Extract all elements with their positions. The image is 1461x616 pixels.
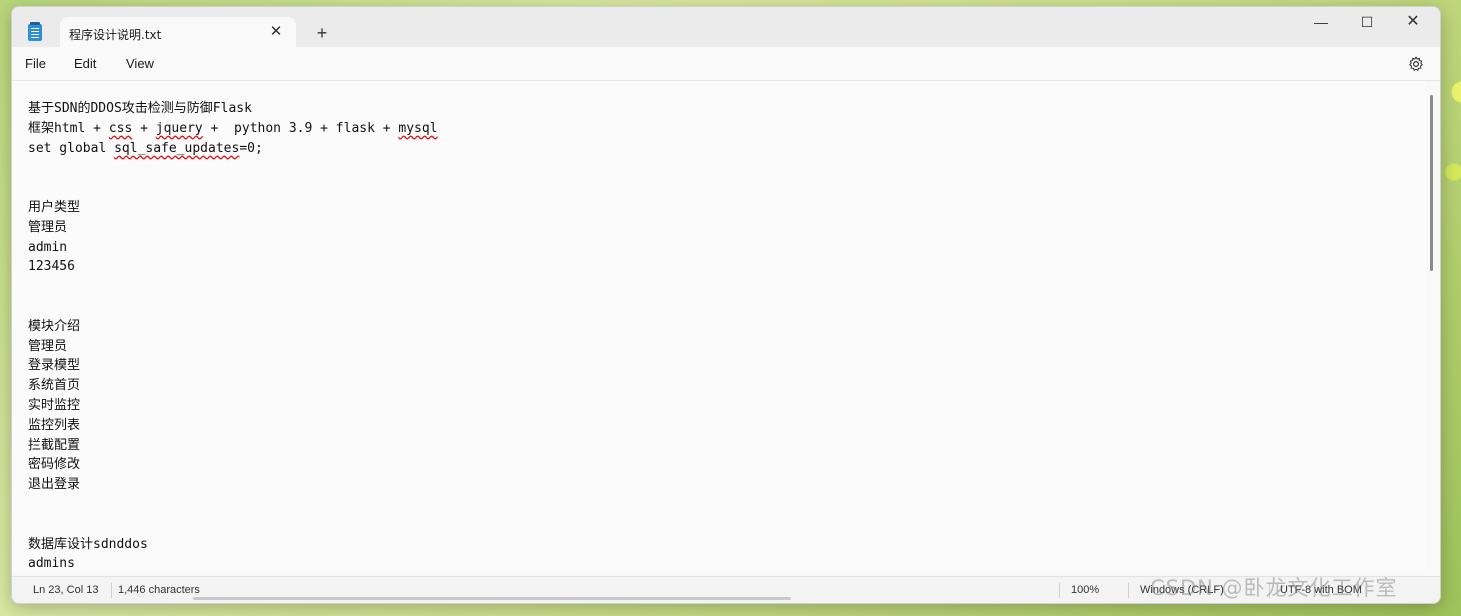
title-bar: 程序设计说明.txt ✕ + — ☐ ✕ <box>12 7 1440 47</box>
text-line: 管理员 <box>28 338 68 354</box>
tab-document[interactable]: 程序设计说明.txt ✕ <box>60 17 296 47</box>
horizontal-scrollbar[interactable] <box>193 597 791 600</box>
divider <box>1128 583 1129 598</box>
text-line <box>28 158 438 178</box>
menu-bar: File Edit View <box>12 47 1440 81</box>
text-line: 登录模型 <box>28 358 81 374</box>
text-line: set global sql_safe_updates=0; <box>28 140 263 156</box>
menu-edit[interactable]: Edit <box>74 56 96 71</box>
watermark: CSDN @卧龙文化工作室 <box>1150 576 1398 600</box>
notepad-icon <box>28 22 42 41</box>
text-line: 系统首页 <box>28 378 81 394</box>
text-line <box>28 178 438 198</box>
text-line: 基于SDN的DDOS攻击检测与防御Flask <box>28 101 252 116</box>
text-line: 123456 <box>28 259 75 275</box>
notepad-window: 程序设计说明.txt ✕ + — ☐ ✕ File Edit View 基于SD… <box>11 6 1441 604</box>
text-line <box>28 515 438 535</box>
text-line <box>28 297 438 317</box>
text-line: 拦截配置 <box>28 437 81 453</box>
text-line: 框架html + css + jquery + python 3.9 + fla… <box>28 120 438 136</box>
minimize-button[interactable]: — <box>1298 7 1344 39</box>
text-line: 管理员 <box>28 219 68 235</box>
menu-file[interactable]: File <box>25 56 46 71</box>
text-line: 用户类型 <box>28 199 81 215</box>
text-line <box>28 495 438 515</box>
cursor-position: Ln 23, Col 13 <box>33 584 99 596</box>
close-tab-icon[interactable]: ✕ <box>266 22 286 42</box>
text-line: 密码修改 <box>28 457 81 473</box>
gear-icon[interactable] <box>1408 56 1424 72</box>
wallpaper-decoration <box>1438 60 1461 220</box>
character-count: 1,446 characters <box>118 584 200 596</box>
close-window-button[interactable]: ✕ <box>1390 7 1436 39</box>
text-line: 实时监控 <box>28 397 81 413</box>
maximize-button[interactable]: ☐ <box>1344 7 1390 39</box>
divider <box>1059 583 1060 598</box>
text-line <box>28 277 438 297</box>
text-line: 退出登录 <box>28 477 81 493</box>
document-text: 基于SDN的DDOS攻击检测与防御Flask 框架html + css + jqu… <box>28 99 438 571</box>
menu-view[interactable]: View <box>126 56 154 71</box>
zoom-level[interactable]: 100% <box>1071 584 1099 596</box>
divider <box>111 583 112 598</box>
text-editor[interactable]: 基于SDN的DDOS攻击检测与防御Flask 框架html + css + jqu… <box>12 81 1426 571</box>
vertical-scrollbar[interactable] <box>1430 95 1433 271</box>
text-line: admin <box>28 239 68 255</box>
tab-title: 程序设计说明.txt <box>69 28 162 42</box>
text-line: 数据库设计sdnddos <box>28 536 148 552</box>
text-line: 监控列表 <box>28 417 81 433</box>
text-line: 模块介绍 <box>28 318 81 334</box>
text-line: admins <box>28 556 75 571</box>
new-tab-button[interactable]: + <box>310 21 334 45</box>
